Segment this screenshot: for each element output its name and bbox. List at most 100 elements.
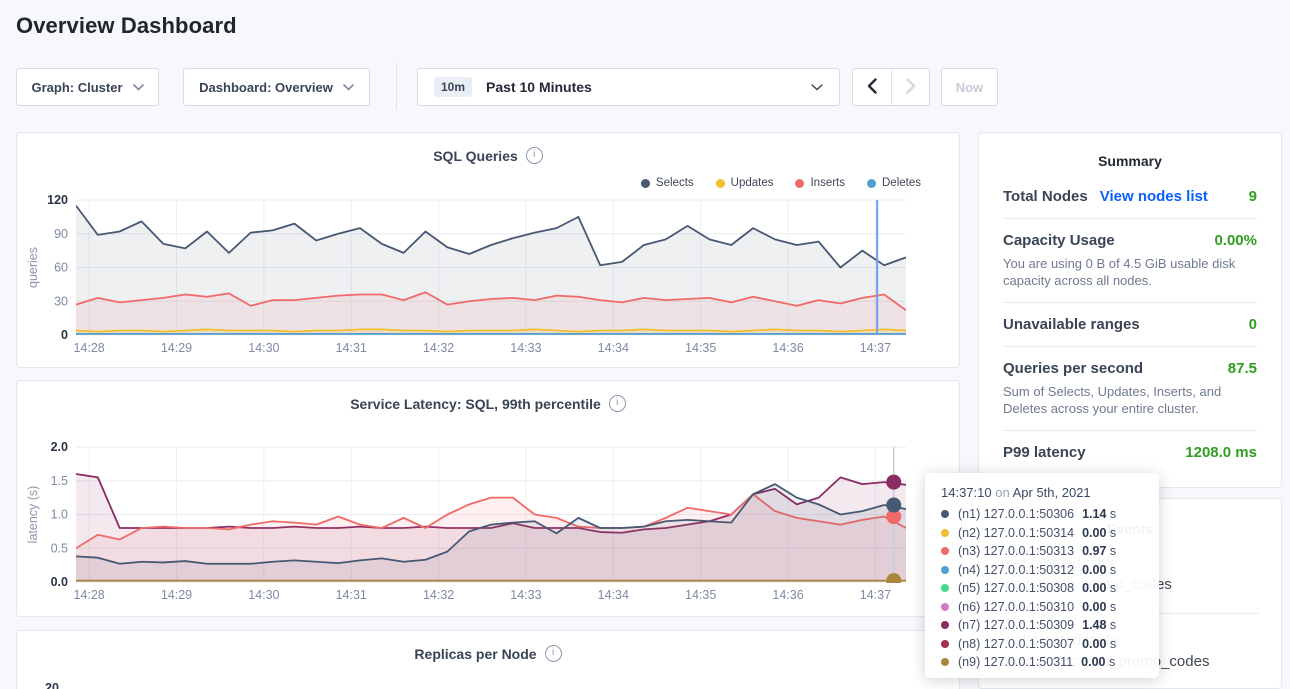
node-color-dot [941, 621, 949, 629]
y-axis-label: latency (s) [26, 486, 40, 544]
unavailable-ranges-value: 0 [1249, 316, 1257, 333]
dashboard-dropdown[interactable]: Dashboard: Overview [183, 68, 370, 106]
dashboard-dropdown-label: Dashboard: Overview [199, 80, 333, 95]
summary-panel: Summary Total Nodes View nodes list 9 Ca… [978, 132, 1282, 488]
tooltip-header: 14:37:10 on Apr 5th, 2021 [941, 485, 1143, 500]
tooltip-node-value: 0.00 s [1082, 581, 1116, 595]
x-tick-label: 14:32 [423, 588, 454, 602]
chart-title: Replicas per Node [414, 646, 536, 662]
y-tick-label: 1.0 [51, 508, 68, 522]
tooltip-date: Apr 5th, 2021 [1013, 485, 1091, 500]
node-color-dot [941, 658, 949, 666]
legend-label: Updates [731, 177, 774, 189]
tooltip-node-unit: s [1106, 507, 1116, 521]
legend-label: Deletes [882, 177, 921, 189]
now-button[interactable]: Now [941, 68, 998, 106]
legend-item-deletes[interactable]: Deletes [867, 177, 921, 189]
range-label: Past 10 Minutes [486, 79, 592, 95]
overview-dashboard-page: { "page": { "title": "Overview Dashboard… [0, 0, 1290, 689]
tooltip-node-unit: s [1106, 618, 1116, 632]
node-color-dot [941, 584, 949, 592]
legend-item-inserts[interactable]: Inserts [795, 177, 845, 189]
info-icon[interactable]: i [526, 147, 543, 164]
tooltip-node-value: 1.48 s [1082, 618, 1116, 632]
graph-dropdown[interactable]: Graph: Cluster [16, 68, 159, 106]
y-tick-label: 60 [54, 261, 68, 275]
chevron-left-icon [867, 78, 877, 97]
tooltip-row: (n6) 127.0.0.1:503100.00 s [941, 598, 1143, 617]
x-tick-label: 14:35 [685, 588, 716, 602]
legend-item-updates[interactable]: Updates [716, 177, 774, 189]
x-tick-label: 14:37 [860, 341, 891, 355]
y-tick-label: 1.5 [51, 474, 68, 488]
plot-area [76, 206, 906, 335]
legend-item-selects[interactable]: Selects [641, 177, 694, 189]
qps-value: 87.5 [1228, 360, 1257, 377]
tooltip-node-value: 1.14 s [1082, 507, 1116, 521]
page-title: Overview Dashboard [16, 13, 237, 39]
tooltip-row: (n3) 127.0.0.1:503130.97 s [941, 542, 1143, 561]
tooltip-node-unit: s [1105, 655, 1115, 669]
latency-card: 0.00.51.01.52.014:2814:2914:3014:3114:32… [16, 380, 960, 617]
tooltip-time: 14:37:10 [941, 485, 992, 500]
chevron-down-icon [133, 84, 144, 91]
x-tick-label: 14:32 [423, 341, 454, 355]
chevron-right-icon [906, 78, 916, 97]
tooltip-node-label: (n4) 127.0.0.1:50312 [958, 563, 1074, 577]
capacity-usage-label: Capacity Usage [1003, 232, 1115, 249]
y-tick-label: 0.5 [51, 541, 68, 555]
sql-queries-chart[interactable]: 030609012014:2814:2914:3014:3114:3214:33… [17, 133, 961, 369]
tooltip-node-unit: s [1106, 581, 1116, 595]
info-icon[interactable]: i [545, 645, 562, 662]
replicas-card: Replicas per Node i [16, 630, 960, 689]
chevron-down-icon [343, 84, 354, 91]
legend-label: Inserts [810, 177, 845, 189]
node-color-dot [941, 566, 949, 574]
graph-dropdown-label: Graph: Cluster [31, 80, 122, 95]
x-tick-label: 14:36 [772, 588, 803, 602]
x-tick-label: 14:28 [73, 588, 104, 602]
capacity-usage-row: Capacity Usage 0.00% You are using 0 B o… [1003, 219, 1257, 303]
total-nodes-value: 9 [1249, 188, 1257, 205]
info-icon[interactable]: i [609, 395, 626, 412]
tooltip-row: (n9) 127.0.0.1:503110.00 s [941, 653, 1143, 672]
tooltip-node-value: 0.97 s [1082, 544, 1116, 558]
tooltip-node-value: 0.00 s [1082, 600, 1116, 614]
time-prev-button[interactable] [853, 69, 891, 105]
legend-dot [867, 179, 876, 188]
p99-latency-value: 1208.0 ms [1185, 444, 1257, 461]
tooltip-node-unit: s [1106, 563, 1116, 577]
chart-title: Service Latency: SQL, 99th percentile [350, 396, 601, 412]
p99-latency-row: P99 latency 1208.0 ms [1003, 431, 1257, 474]
tooltip-row: (n8) 127.0.0.1:503070.00 s [941, 635, 1143, 654]
y-axis-label: queries [26, 247, 40, 288]
qps-row: Queries per second 87.5 Sum of Selects, … [1003, 347, 1257, 431]
time-next-button[interactable] [891, 69, 929, 105]
sql-chart-legend: Selects Updates Inserts Deletes [641, 177, 921, 189]
x-tick-label: 14:34 [598, 341, 629, 355]
x-tick-label: 14:33 [510, 341, 541, 355]
x-tick-label: 14:31 [336, 341, 367, 355]
capacity-usage-desc: You are using 0 B of 4.5 GiB usable disk… [1003, 255, 1257, 289]
sql-queries-card: 030609012014:2814:2914:3014:3114:3214:33… [16, 132, 960, 368]
y-tick-label: 2.0 [51, 440, 68, 454]
tooltip-node-unit: s [1106, 526, 1116, 540]
range-badge: 10m [434, 77, 472, 97]
tooltip-node-label: (n5) 127.0.0.1:50308 [958, 581, 1074, 595]
tooltip-node-value: 0.00 s [1082, 637, 1116, 651]
tooltip-node-label: (n1) 127.0.0.1:50306 [958, 507, 1074, 521]
qps-desc: Sum of Selects, Updates, Inserts, and De… [1003, 383, 1257, 417]
time-nav-group [852, 68, 930, 106]
x-tick-label: 14:29 [161, 341, 192, 355]
view-nodes-link[interactable]: View nodes list [1100, 188, 1208, 205]
unavailable-ranges-label: Unavailable ranges [1003, 316, 1140, 333]
x-tick-label: 14:28 [73, 341, 104, 355]
latency-chart[interactable]: 0.00.51.01.52.014:2814:2914:3014:3114:32… [17, 381, 961, 618]
tooltip-rows: (n1) 127.0.0.1:503061.14 s(n2) 127.0.0.1… [941, 505, 1143, 672]
hover-dot [886, 498, 901, 513]
x-tick-label: 14:36 [772, 341, 803, 355]
unavailable-ranges-row: Unavailable ranges 0 [1003, 303, 1257, 347]
y-tick-label: 0.0 [51, 575, 68, 589]
time-range-picker[interactable]: 10m Past 10 Minutes [417, 68, 840, 106]
hover-dot [886, 573, 901, 588]
